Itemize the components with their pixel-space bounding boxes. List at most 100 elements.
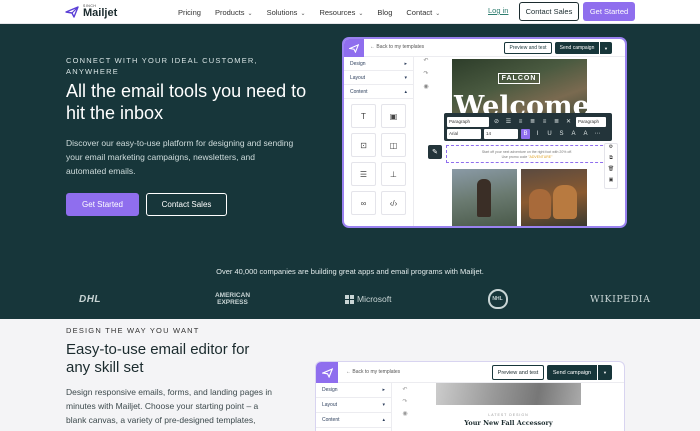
paragraph-button[interactable]: Paragraph [576,116,606,127]
send-icon [316,362,338,383]
settings-icon[interactable]: ⚙ [605,144,617,155]
send-icon [344,39,364,57]
text-block-icon[interactable]: T [351,104,376,128]
send-campaign-button[interactable]: Send campaign [547,365,597,380]
email-canvas: LATEST DESIGN Your New Fall Accessory [436,383,581,431]
redo-icon[interactable]: ↷ [420,70,432,83]
nav-contact-sales-button[interactable]: Contact Sales [519,2,579,21]
section-description: Design responsive emails, forms, and lan… [66,387,273,425]
chevron-up-icon: ▴ [404,88,407,95]
button-block-icon[interactable]: ◫ [381,133,406,157]
social-block-icon[interactable]: ∞ [351,191,376,215]
sidebar-item-design[interactable]: Design ▸ [316,383,391,398]
preview-and-test-button[interactable]: Preview and test [504,42,552,54]
chevron-down-icon[interactable]: ▼ [600,42,612,54]
hero-get-started-button[interactable]: Get Started [66,193,139,216]
clear-format-icon[interactable]: ✕ [564,117,573,127]
list-block-icon[interactable]: ☰ [351,162,376,186]
chevron-down-icon: ⌄ [300,10,306,17]
numbered-list-icon[interactable]: ≡ [516,117,525,127]
nav-item-resources[interactable]: Resources ⌄ [319,8,363,17]
login-link[interactable]: Log in [488,6,508,15]
falcon-logo: FALCON [498,73,540,84]
chevron-down-icon: ⌄ [435,10,441,17]
code-block-icon[interactable]: ‹/› [381,191,406,215]
editor-toolbar: ← Back to my templates Preview and test … [316,362,624,383]
list-icon[interactable]: ☰ [504,117,513,127]
link-icon[interactable]: ⊘ [492,117,501,127]
image-text-block-icon[interactable]: ▣ [381,104,406,128]
email-editor-mockup-2: ← Back to my templates Preview and test … [316,362,624,431]
undo-icon[interactable]: ↶ [420,57,432,70]
nav-item-pricing[interactable]: Pricing [178,8,201,17]
section-eyebrow: DESIGN THE WAY YOU WANT [66,326,200,335]
boot [553,185,577,219]
sidebar-item-content[interactable]: Content ▴ [316,413,391,428]
bold-icon[interactable]: B [521,128,530,139]
nav-links: Pricing Products ⌄ Solutions ⌄ Resources ⌄ … [178,0,440,24]
edit-pencil-icon[interactable]: ✎ [428,145,442,159]
microsoft-squares-icon [345,294,354,304]
delete-icon[interactable]: 🗑 [605,166,617,177]
hero-contact-sales-button[interactable]: Contact Sales [146,193,227,216]
hiker-image [452,169,517,226]
text-color-icon[interactable]: A [569,129,578,139]
strikethrough-icon[interactable]: S [557,129,566,139]
block-actions: ⚙ ⧉ 🗑 ▣ [604,143,618,189]
email-headline: Your New Fall Accessory [464,419,553,427]
hero-description: Discover our easy-to-use platform for de… [66,138,294,176]
sidebar-item-design[interactable]: Design ▸ [344,57,413,71]
nav-get-started-button[interactable]: Get Started [583,2,635,21]
boots-image [521,169,587,226]
undo-icon[interactable]: ↶ [400,386,410,398]
divider-block-icon[interactable]: ⊥ [381,162,406,186]
editor-sidebar: Design ▸ Layout ▾ Content ▴ [316,383,392,431]
paragraph-style-select[interactable]: Paragraph [447,116,489,127]
undo-redo-tools: ↶ ↷ ◉ [400,386,410,422]
align-right-icon[interactable]: ≣ [552,117,561,127]
font-family-select[interactable]: Arial [447,128,481,139]
highlight-icon[interactable]: A [581,129,590,139]
preview-and-test-button[interactable]: Preview and test [492,365,544,380]
sidebar-item-layout[interactable]: Layout ▾ [344,71,413,85]
align-left-icon[interactable]: ≣ [528,117,537,127]
hero-eyebrow: CONNECT WITH YOUR IDEAL CUSTOMER, ANYWHE… [66,56,258,76]
text-format-toolbar: Paragraph ⊘ ☰ ≡ ≣ ≡ ≣ ✕ Paragraph Arial … [444,113,612,141]
chevron-down-icon: ▾ [382,402,385,408]
editor-sidebar: Design ▸ Layout ▾ Content ▴ T ▣ ⊡ ◫ ☰ ⊥ ∞ ‹… [344,57,414,226]
logo-name-text: Mailjet [83,7,118,20]
preview-icon[interactable]: ◉ [420,83,432,96]
redo-icon[interactable]: ↷ [400,398,410,410]
font-size-select[interactable]: 14 [484,128,518,139]
align-center-icon[interactable]: ≡ [540,117,549,127]
customer-logos: DHL AMERICAN EXPRESS Microsoft NHL WIKIPE… [60,288,650,310]
companies-text: Over 40,000 companies are building great… [216,267,484,276]
header-image [436,383,581,405]
image-block-icon[interactable]: ⊡ [351,133,376,157]
italic-icon[interactable]: I [533,129,542,139]
latest-label: LATEST DESIGN [488,413,529,417]
send-campaign-button[interactable]: Send campaign [555,42,599,54]
chevron-down-icon[interactable]: ▼ [598,365,612,380]
underline-icon[interactable]: U [545,129,554,139]
more-icon[interactable]: ⋯ [593,129,602,139]
back-to-templates-link[interactable]: ← Back to my templates [370,44,424,50]
chevron-right-icon: ▸ [404,60,407,67]
mailjet-logo[interactable]: SINCH Mailjet [65,4,117,20]
preview-icon[interactable]: ◉ [400,410,410,422]
nav-item-blog[interactable]: Blog [377,8,392,17]
save-icon[interactable]: ▣ [605,177,617,188]
hero-title: All the email tools you need to hit the … [66,81,307,123]
nav-item-products[interactable]: Products ⌄ [215,8,253,17]
selected-text-block[interactable]: Start off your next adventure on the rig… [446,145,608,163]
content-blocks-grid: T ▣ ⊡ ◫ ☰ ⊥ ∞ ‹/› [344,99,413,220]
top-navbar: SINCH Mailjet Pricing Products ⌄ Solution… [0,0,700,24]
duplicate-icon[interactable]: ⧉ [605,155,617,166]
nhl-logo: NHL [487,289,508,309]
back-to-templates-link[interactable]: ← Back to my templates [346,369,400,375]
hiker-figure [477,179,491,217]
sidebar-item-layout[interactable]: Layout ▾ [316,398,391,413]
nav-item-contact[interactable]: Contact ⌄ [406,8,440,17]
nav-item-solutions[interactable]: Solutions ⌄ [267,8,306,17]
sidebar-item-content[interactable]: Content ▴ [344,85,413,99]
